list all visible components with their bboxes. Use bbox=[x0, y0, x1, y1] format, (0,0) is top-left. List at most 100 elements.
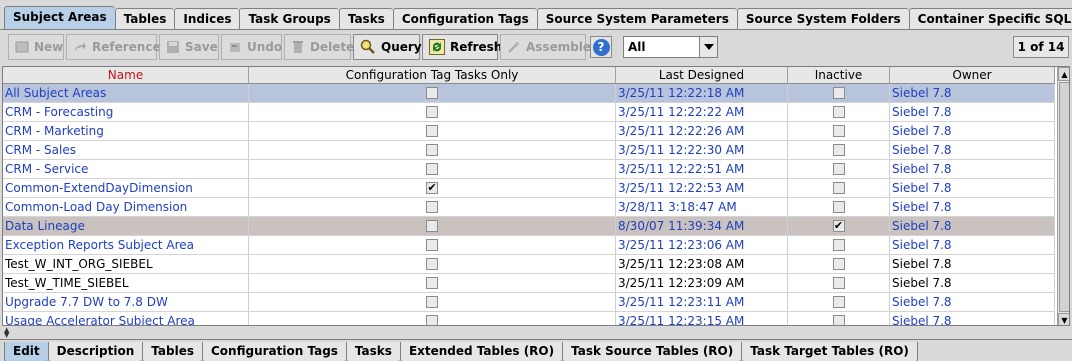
cell-name[interactable]: Upgrade 7.7 DW to 7.8 DW bbox=[3, 293, 249, 311]
table-row[interactable]: CRM - Sales 3/25/11 12:22:30 AM Siebel 7.8 bbox=[3, 141, 1055, 160]
cell-owner[interactable]: Siebel 7.8 bbox=[890, 103, 1055, 121]
query-button[interactable]: Query bbox=[353, 34, 422, 60]
new-button[interactable]: New bbox=[8, 34, 64, 60]
save-button[interactable]: Save bbox=[159, 34, 219, 60]
bottom-tab-tables[interactable]: Tables bbox=[142, 342, 202, 361]
checked-checkbox[interactable]: ✔ bbox=[426, 182, 438, 194]
checkbox[interactable] bbox=[832, 182, 845, 194]
checkbox[interactable] bbox=[426, 106, 438, 118]
bottom-tab-edit[interactable]: Edit bbox=[4, 342, 48, 361]
cell-last-designed[interactable]: 3/25/11 12:22:22 AM bbox=[616, 103, 788, 121]
cell-owner[interactable]: Siebel 7.8 bbox=[890, 312, 1055, 325]
tab-configuration-tags[interactable]: Configuration Tags bbox=[392, 8, 537, 29]
table-row[interactable]: Common-Load Day Dimension 3/28/11 3:18:47… bbox=[3, 198, 1055, 217]
checkbox[interactable] bbox=[832, 87, 845, 99]
table-row[interactable]: All Subject Areas 3/25/11 12:22:18 AM Sieb… bbox=[3, 84, 1055, 103]
checkbox[interactable] bbox=[832, 296, 845, 308]
assemble-button[interactable]: Assemble bbox=[500, 34, 591, 60]
checkbox[interactable] bbox=[426, 277, 438, 289]
cell-last-designed[interactable]: 3/25/11 12:23:11 AM bbox=[616, 293, 788, 311]
checkbox[interactable] bbox=[426, 163, 438, 175]
table-row[interactable]: Exception Reports Subject Area 3/25/11 12… bbox=[3, 236, 1055, 255]
table-row[interactable]: Test_W_TIME_SIEBEL 3/25/11 12:23:09 AM Sie… bbox=[3, 274, 1055, 293]
table-row[interactable]: Usage Accelerator Subject Area 3/25/11 12… bbox=[3, 312, 1055, 325]
cell-owner[interactable]: Siebel 7.8 bbox=[890, 198, 1055, 216]
checkbox[interactable] bbox=[832, 163, 845, 175]
cell-name[interactable]: CRM - Marketing bbox=[3, 122, 249, 140]
tab-tables[interactable]: Tables bbox=[114, 8, 175, 29]
cell-last-designed[interactable]: 3/25/11 12:22:51 AM bbox=[616, 160, 788, 178]
cell-name[interactable]: Common-Load Day Dimension bbox=[3, 198, 249, 216]
checkbox[interactable] bbox=[426, 296, 438, 308]
checkbox[interactable] bbox=[832, 315, 845, 325]
checkbox[interactable] bbox=[426, 87, 438, 99]
cell-last-designed[interactable]: 3/25/11 12:22:30 AM bbox=[616, 141, 788, 159]
cell-last-designed[interactable]: 3/25/11 12:23:09 AM bbox=[616, 274, 788, 292]
cell-last-designed[interactable]: 3/25/11 12:22:53 AM bbox=[616, 179, 788, 197]
cell-name[interactable]: Test_W_TIME_SIEBEL bbox=[3, 274, 249, 292]
cell-owner[interactable]: Siebel 7.8 bbox=[890, 255, 1055, 273]
tab-tasks[interactable]: Tasks bbox=[338, 8, 393, 29]
checkbox[interactable] bbox=[426, 315, 438, 325]
cell-owner[interactable]: Siebel 7.8 bbox=[890, 179, 1055, 197]
table-row[interactable]: CRM - Marketing 3/25/11 12:22:26 AM Siebel… bbox=[3, 122, 1055, 141]
checkbox[interactable] bbox=[426, 220, 438, 232]
help-button[interactable]: ? bbox=[590, 36, 612, 58]
checkbox[interactable] bbox=[832, 144, 845, 156]
scroll-thumb[interactable] bbox=[1059, 82, 1069, 312]
chevron-down-icon[interactable] bbox=[699, 37, 717, 57]
undo-button[interactable]: Undo bbox=[221, 34, 282, 60]
bottom-tab-description[interactable]: Description bbox=[47, 342, 143, 361]
checkbox[interactable] bbox=[426, 125, 438, 137]
cell-owner[interactable]: Siebel 7.8 bbox=[890, 122, 1055, 140]
cell-last-designed[interactable]: 3/25/11 12:23:06 AM bbox=[616, 236, 788, 254]
checkbox[interactable] bbox=[426, 144, 438, 156]
cell-owner[interactable]: Siebel 7.8 bbox=[890, 217, 1055, 235]
checkbox[interactable] bbox=[832, 258, 845, 270]
bottom-tab-extended-tables-ro[interactable]: Extended Tables (RO) bbox=[399, 342, 563, 361]
checkbox[interactable] bbox=[426, 239, 438, 251]
tab-subject-areas[interactable]: Subject Areas bbox=[4, 6, 115, 29]
cell-last-designed[interactable]: 8/30/07 11:39:34 AM bbox=[616, 217, 788, 235]
vertical-scrollbar[interactable]: ▲ ▼ bbox=[1057, 67, 1069, 325]
bottom-tab-tasks[interactable]: Tasks bbox=[345, 342, 400, 361]
table-row[interactable]: Data Lineage 8/30/07 11:39:34 AM ✔ Siebel 7… bbox=[3, 217, 1055, 236]
cell-owner[interactable]: Siebel 7.8 bbox=[890, 293, 1055, 311]
cell-owner[interactable]: Siebel 7.8 bbox=[890, 274, 1055, 292]
bottom-tab-task-source-tables-ro[interactable]: Task Source Tables (RO) bbox=[562, 342, 742, 361]
reference-button[interactable]: Reference bbox=[66, 34, 161, 60]
column-header-last-designed[interactable]: Last Designed bbox=[616, 67, 788, 83]
refresh-button[interactable]: Refresh bbox=[422, 34, 502, 60]
bottom-tab-configuration-tags[interactable]: Configuration Tags bbox=[202, 342, 346, 361]
table-row[interactable]: CRM - Service 3/25/11 12:22:51 AM Siebel 7… bbox=[3, 160, 1055, 179]
cell-last-designed[interactable]: 3/25/11 12:22:18 AM bbox=[616, 84, 788, 102]
tab-source-system-parameters[interactable]: Source System Parameters bbox=[536, 8, 737, 29]
cell-name[interactable]: CRM - Forecasting bbox=[3, 103, 249, 121]
cell-owner[interactable]: Siebel 7.8 bbox=[890, 141, 1055, 159]
checkbox[interactable] bbox=[832, 106, 845, 118]
column-header-owner[interactable]: Owner bbox=[890, 67, 1055, 83]
table-row[interactable]: Test_W_INT_ORG_SIEBEL 3/25/11 12:23:08 AM… bbox=[3, 255, 1055, 274]
table-row[interactable]: CRM - Forecasting 3/25/11 12:22:22 AM Sieb… bbox=[3, 103, 1055, 122]
cell-last-designed[interactable]: 3/25/11 12:23:15 AM bbox=[616, 312, 788, 325]
checkbox[interactable] bbox=[426, 258, 438, 270]
cell-owner[interactable]: Siebel 7.8 bbox=[890, 84, 1055, 102]
cell-last-designed[interactable]: 3/28/11 3:18:47 AM bbox=[616, 198, 788, 216]
tab-indices[interactable]: Indices bbox=[174, 8, 240, 29]
cell-name[interactable]: Test_W_INT_ORG_SIEBEL bbox=[3, 255, 249, 273]
cell-name[interactable]: CRM - Sales bbox=[3, 141, 249, 159]
cell-last-designed[interactable]: 3/25/11 12:23:08 AM bbox=[616, 255, 788, 273]
tab-task-groups[interactable]: Task Groups bbox=[239, 8, 339, 29]
cell-name[interactable]: Exception Reports Subject Area bbox=[3, 236, 249, 254]
cell-owner[interactable]: Siebel 7.8 bbox=[890, 236, 1055, 254]
table-row[interactable]: Common-ExtendDayDimension ✔ 3/25/11 12:22:… bbox=[3, 179, 1055, 198]
table-row[interactable]: Upgrade 7.7 DW to 7.8 DW 3/25/11 12:23:11… bbox=[3, 293, 1055, 312]
column-header-config-tag-tasks-only[interactable]: Configuration Tag Tasks Only bbox=[249, 67, 616, 83]
checkbox[interactable] bbox=[426, 201, 438, 213]
scroll-down-icon[interactable]: ▼ bbox=[1058, 313, 1069, 325]
checkbox[interactable] bbox=[832, 239, 845, 251]
scroll-up-icon[interactable]: ▲ bbox=[1058, 67, 1069, 81]
splitter-arrows-icon[interactable]: ▲ ▼ bbox=[4, 327, 9, 339]
cell-name[interactable]: CRM - Service bbox=[3, 160, 249, 178]
column-header-name[interactable]: Name bbox=[3, 67, 249, 83]
